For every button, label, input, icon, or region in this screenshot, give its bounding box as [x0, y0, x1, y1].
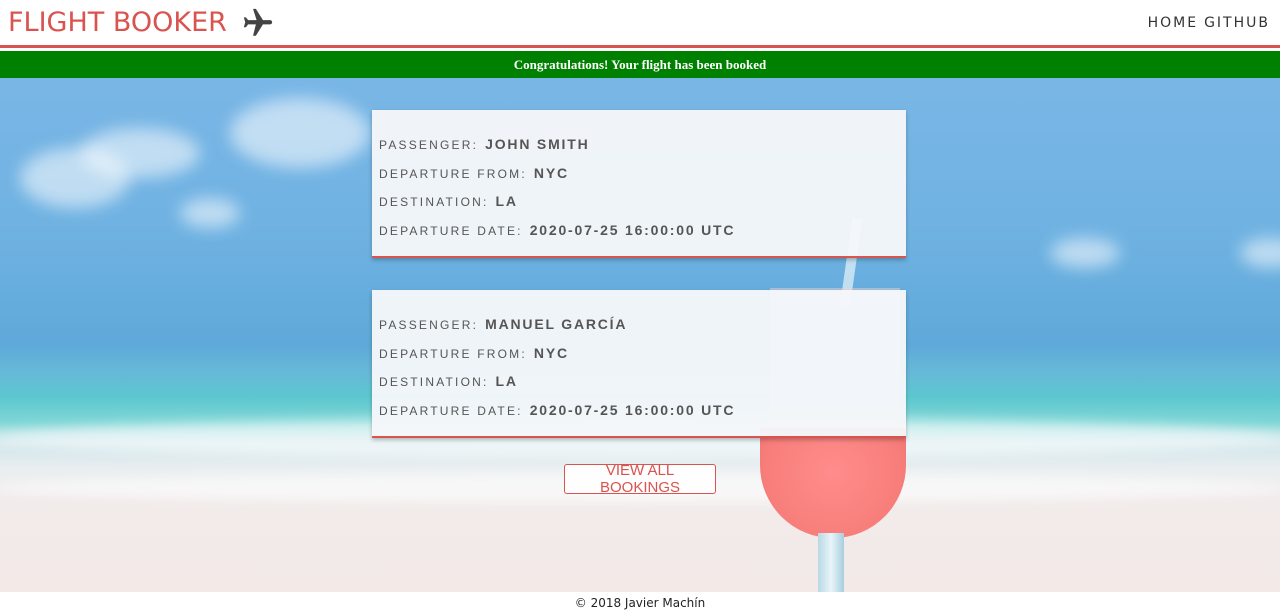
cloud: [80, 128, 200, 178]
booking-card: PASSENGER: MANUEL GARCÍA DEPARTURE FROM:…: [372, 290, 906, 438]
copyright-text: © 2018 Javier Machín: [574, 596, 706, 610]
departure-from-value: NYC: [533, 164, 569, 181]
cloud: [230, 98, 370, 168]
departure-from-row: DEPARTURE FROM: NYC: [379, 345, 906, 374]
destination-label: DESTINATION:: [379, 195, 489, 209]
cloud: [1050, 238, 1120, 268]
destination-value: LA: [495, 373, 518, 389]
destination-row: DESTINATION: LA: [379, 373, 906, 402]
airplane-icon: [241, 6, 275, 40]
departure-date-value: 2020-07-25 16:00:00 UTC: [529, 221, 736, 238]
passenger-value: JOHN SMITH: [485, 136, 590, 152]
passenger-label: PASSENGER:: [379, 318, 479, 332]
departure-date-row: DEPARTURE DATE: 2020-07-25 16:00:00 UTC: [379, 402, 906, 431]
passenger-row: PASSENGER: MANUEL GARCÍA: [379, 316, 906, 345]
cloud: [1240, 238, 1280, 268]
departure-date-label: DEPARTURE DATE:: [379, 223, 523, 238]
departure-from-value: NYC: [533, 344, 569, 361]
departure-from-label: DEPARTURE FROM:: [379, 166, 527, 181]
top-navbar: FLIGHT BOOKER HOME GITHUB: [0, 0, 1280, 48]
glass-stem: [818, 533, 844, 592]
destination-row: DESTINATION: LA: [379, 193, 906, 222]
cocktail-glass: [760, 428, 906, 538]
footer: © 2018 Javier Machín: [0, 592, 1280, 614]
destination-label: DESTINATION:: [379, 375, 489, 389]
departure-date-label: DEPARTURE DATE:: [379, 403, 523, 418]
nav-github-link[interactable]: GITHUB: [1204, 15, 1270, 31]
destination-value: LA: [495, 193, 518, 209]
booking-card: PASSENGER: JOHN SMITH DEPARTURE FROM: NY…: [372, 110, 906, 258]
departure-from-row: DEPARTURE FROM: NYC: [379, 165, 906, 194]
main-nav: HOME GITHUB: [1142, 15, 1270, 31]
brand-title[interactable]: FLIGHT BOOKER: [8, 7, 227, 38]
departure-from-label: DEPARTURE FROM:: [379, 346, 527, 361]
view-all-bookings-button[interactable]: VIEW ALL BOOKINGS: [564, 462, 716, 496]
passenger-label: PASSENGER:: [379, 138, 479, 152]
brand[interactable]: FLIGHT BOOKER: [8, 6, 275, 40]
departure-date-row: DEPARTURE DATE: 2020-07-25 16:00:00 UTC: [379, 222, 906, 251]
passenger-row: PASSENGER: JOHN SMITH: [379, 136, 906, 165]
departure-date-value: 2020-07-25 16:00:00 UTC: [529, 401, 736, 418]
cloud: [180, 198, 240, 228]
success-banner: Congratulations! Your flight has been bo…: [0, 51, 1280, 78]
nav-home-link[interactable]: HOME: [1148, 15, 1198, 31]
passenger-value: MANUEL GARCÍA: [485, 316, 628, 332]
